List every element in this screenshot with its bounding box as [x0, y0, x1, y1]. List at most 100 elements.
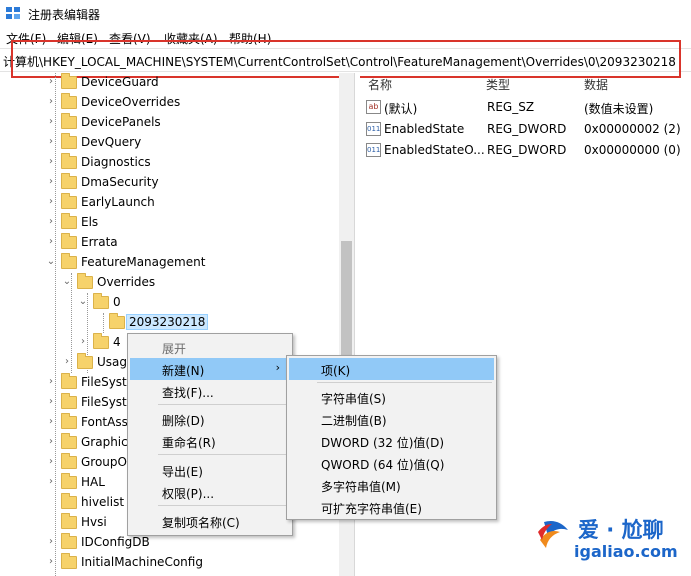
tree-item-label: DevQuery	[81, 135, 142, 149]
watermark-url: igaliao.com	[574, 542, 678, 561]
context-menu: 展开 新建(N) › 查找(F)... 删除(D) 重命名(R) 导出(E) 权…	[127, 333, 293, 536]
folder-icon	[61, 433, 77, 449]
folder-icon	[61, 213, 77, 229]
value-data: (数值未设置)	[584, 102, 654, 116]
value-row[interactable]: 011 EnabledStateO... REG_DWORD 0x0000000…	[360, 140, 691, 161]
tree-item[interactable]: › DeviceOverrides	[0, 93, 339, 113]
tree-item[interactable]: ⌄ FeatureManagement	[0, 253, 339, 273]
submenu-item-key[interactable]: 项(K)	[289, 358, 494, 380]
watermark-title: 爱 · 尬聊	[578, 518, 664, 542]
expand-chevron-icon[interactable]: ›	[46, 216, 56, 227]
expand-chevron-icon[interactable]: ›	[46, 396, 56, 407]
submenu-item-expandable-string-value[interactable]: 可扩充字符串值(E)	[289, 496, 494, 518]
tree-item[interactable]: ⌄ Overrides	[0, 273, 339, 293]
tree-item-label: DeviceOverrides	[81, 95, 181, 109]
menu-item-expand[interactable]: 展开	[130, 336, 290, 358]
folder-icon	[61, 133, 77, 149]
expand-chevron-icon[interactable]: ›	[46, 476, 56, 487]
menu-separator	[158, 454, 288, 455]
tree-item[interactable]: › Diagnostics	[0, 153, 339, 173]
expand-chevron-icon[interactable]: ›	[46, 456, 56, 467]
menu-item-label: 导出(E)	[162, 465, 203, 479]
expand-chevron-icon[interactable]: ›	[46, 76, 56, 87]
folder-icon	[61, 393, 77, 409]
submenu-item-dword-value[interactable]: DWORD (32 位)值(D)	[289, 430, 494, 452]
binary-value-icon: 011	[366, 122, 381, 136]
collapse-chevron-icon[interactable]: ⌄	[62, 276, 72, 287]
menu-item-rename[interactable]: 重命名(R)	[130, 430, 290, 452]
menu-item-find[interactable]: 查找(F)...	[130, 380, 290, 402]
tree-item[interactable]: › EarlyLaunch	[0, 193, 339, 213]
tree-item[interactable]: ⌄ 0	[0, 293, 339, 313]
expand-chevron-icon[interactable]: ›	[46, 536, 56, 547]
expand-chevron-icon[interactable]: ›	[78, 336, 88, 347]
tree-item-label: DeviceGuard	[81, 75, 159, 89]
value-name: (默认)	[384, 102, 418, 116]
expand-chevron-icon[interactable]: ›	[46, 416, 56, 427]
submenu-item-binary-value[interactable]: 二进制值(B)	[289, 408, 494, 430]
collapse-chevron-icon[interactable]: ⌄	[78, 296, 88, 307]
expand-chevron-icon[interactable]: ›	[46, 196, 56, 207]
value-row[interactable]: 011 EnabledState REG_DWORD 0x00000002 (2…	[360, 119, 691, 140]
menu-item-label: 新建(N)	[162, 364, 205, 378]
expand-chevron-icon[interactable]: ›	[62, 356, 72, 367]
tree-item-selected[interactable]: 2093230218	[0, 313, 339, 333]
menu-item-export[interactable]: 导出(E)	[130, 459, 290, 481]
tree-item[interactable]: › Els	[0, 213, 339, 233]
tree-item[interactable]: › DevicePanels	[0, 113, 339, 133]
column-header-name[interactable]: 名称	[368, 76, 392, 93]
menu-item-label: 删除(D)	[162, 414, 205, 428]
folder-icon	[93, 333, 109, 349]
menu-item-label: 重命名(R)	[162, 436, 216, 450]
menu-separator	[158, 404, 288, 405]
tree-item[interactable]: › InitialMachineConfig	[0, 553, 339, 573]
tree-item[interactable]: › DeviceGuard	[0, 73, 339, 93]
menu-item-label: 二进制值(B)	[321, 414, 387, 428]
tree-item[interactable]: › DmaSecurity	[0, 173, 339, 193]
folder-icon	[61, 513, 77, 529]
value-row[interactable]: ab (默认) REG_SZ (数值未设置)	[360, 97, 691, 118]
tree-item[interactable]: › Errata	[0, 233, 339, 253]
value-name: EnabledStateO...	[384, 143, 485, 157]
submenu-item-qword-value[interactable]: QWORD (64 位)值(Q)	[289, 452, 494, 474]
expand-chevron-icon[interactable]: ›	[46, 236, 56, 247]
value-type: REG_DWORD	[487, 122, 567, 136]
menu-item-label: QWORD (64 位)值(Q)	[321, 458, 445, 472]
tree-item-label: hivelist	[81, 495, 125, 509]
column-header-type[interactable]: 类型	[486, 76, 510, 93]
expand-chevron-icon[interactable]: ›	[46, 436, 56, 447]
value-type: REG_SZ	[487, 100, 535, 114]
expand-chevron-icon[interactable]: ›	[46, 176, 56, 187]
expand-chevron-icon[interactable]: ›	[46, 376, 56, 387]
folder-icon	[61, 413, 77, 429]
folder-icon	[61, 233, 77, 249]
expand-chevron-icon[interactable]: ›	[46, 156, 56, 167]
folder-icon	[61, 553, 77, 569]
folder-icon	[61, 93, 77, 109]
tree-item-label: Els	[81, 215, 99, 229]
folder-icon	[61, 113, 77, 129]
menu-item-permissions[interactable]: 权限(P)...	[130, 481, 290, 503]
submenu-item-multi-string-value[interactable]: 多字符串值(M)	[289, 474, 494, 496]
expand-chevron-icon[interactable]: ›	[46, 136, 56, 147]
tree-item[interactable]: › DevQuery	[0, 133, 339, 153]
expand-chevron-icon[interactable]: ›	[46, 116, 56, 127]
menu-item-copy-key-name[interactable]: 复制项名称(C)	[130, 510, 290, 532]
tree-item-label: FontAss	[81, 415, 128, 429]
menu-item-delete[interactable]: 删除(D)	[130, 408, 290, 430]
tree-item-label: 4	[113, 335, 121, 349]
value-type: REG_DWORD	[487, 143, 567, 157]
folder-icon	[61, 493, 77, 509]
folder-icon	[61, 453, 77, 469]
tree-item-label: Errata	[81, 235, 118, 249]
tree-item-label: Usag	[97, 355, 128, 369]
menu-item-label: 字符串值(S)	[321, 392, 386, 406]
expand-chevron-icon[interactable]: ›	[46, 556, 56, 567]
submenu-item-string-value[interactable]: 字符串值(S)	[289, 386, 494, 408]
column-header-data[interactable]: 数据	[584, 76, 608, 93]
tree-item[interactable]: › IDConfigDB	[0, 533, 339, 553]
collapse-chevron-icon[interactable]: ⌄	[46, 256, 56, 267]
menu-separator	[317, 382, 492, 383]
menu-item-new[interactable]: 新建(N) ›	[130, 358, 290, 380]
expand-chevron-icon[interactable]: ›	[46, 96, 56, 107]
